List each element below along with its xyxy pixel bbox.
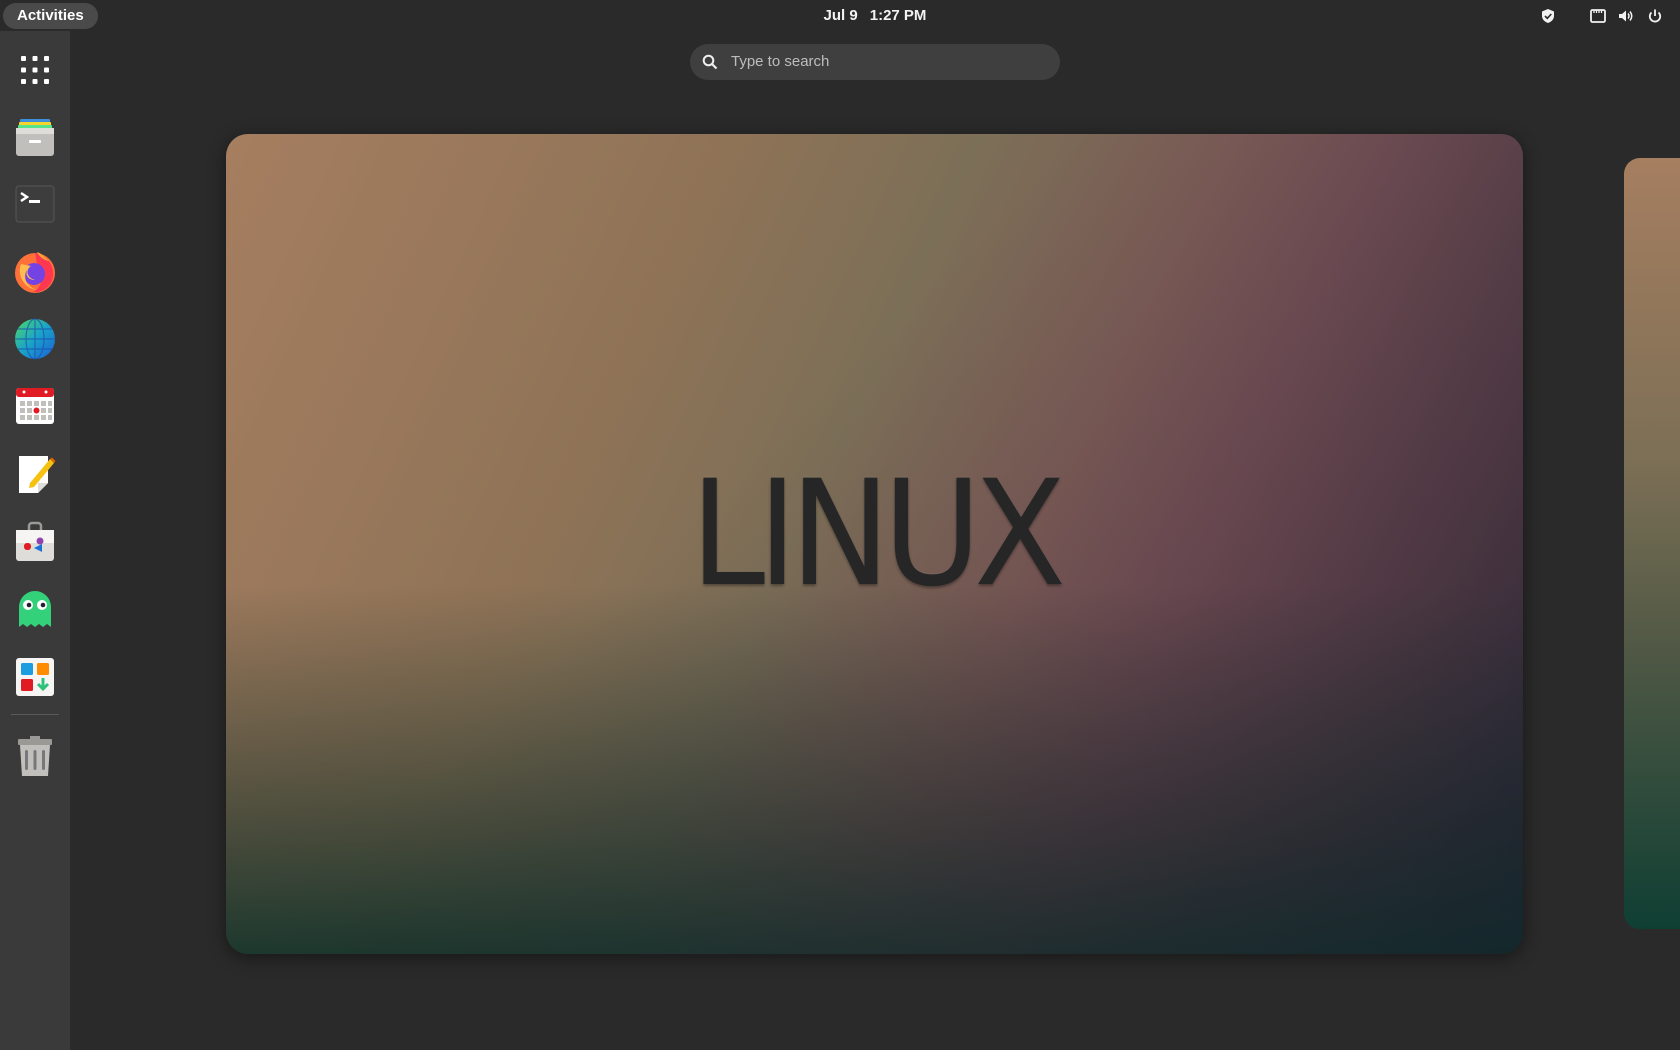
wallpaper-logo-text: LINUX xyxy=(690,449,1066,619)
search-placeholder: Type to search xyxy=(731,53,830,70)
web-browser-app[interactable] xyxy=(10,314,60,364)
show-apps-button[interactable] xyxy=(10,45,60,95)
ghost-app[interactable] xyxy=(10,585,60,635)
terminal-icon xyxy=(15,185,55,223)
terminal-app[interactable] xyxy=(10,179,60,229)
calendar-app[interactable] xyxy=(10,381,60,431)
workspace-thumbnail-next[interactable] xyxy=(1624,158,1680,929)
text-editor-icon xyxy=(19,456,56,493)
file-cabinet-icon xyxy=(16,119,54,156)
time-label[interactable]: 1:27 PM xyxy=(870,7,927,24)
dock-separator xyxy=(11,714,59,715)
firefox-app[interactable] xyxy=(10,247,60,297)
app-grid-icon xyxy=(21,56,49,84)
firefox-icon xyxy=(15,252,55,293)
dock xyxy=(0,31,70,1050)
ghost-icon xyxy=(19,591,51,627)
search-input[interactable]: Type to search xyxy=(690,44,1060,80)
software-app[interactable] xyxy=(10,517,60,567)
power-icon[interactable] xyxy=(1646,6,1664,26)
app-install-icon xyxy=(16,658,54,696)
trash-app[interactable] xyxy=(10,731,60,781)
search-icon xyxy=(702,54,718,70)
files-app[interactable] xyxy=(10,112,60,162)
clock[interactable]: Jul 9 1:27 PM xyxy=(0,0,1680,31)
software-store-icon xyxy=(16,521,54,561)
calendar-icon xyxy=(16,388,54,424)
trash-icon xyxy=(18,736,52,776)
volume-icon[interactable] xyxy=(1617,6,1635,26)
workspace-thumbnail-current[interactable]: LINUX xyxy=(226,134,1523,954)
text-editor-app[interactable] xyxy=(10,449,60,499)
network-icon[interactable] xyxy=(1589,6,1607,26)
globe-icon xyxy=(15,318,55,360)
date-label[interactable]: Jul 9 xyxy=(824,7,858,24)
app-install[interactable] xyxy=(10,652,60,702)
shield-icon[interactable] xyxy=(1539,6,1557,26)
top-bar: Activities Jul 9 1:27 PM xyxy=(0,0,1680,31)
